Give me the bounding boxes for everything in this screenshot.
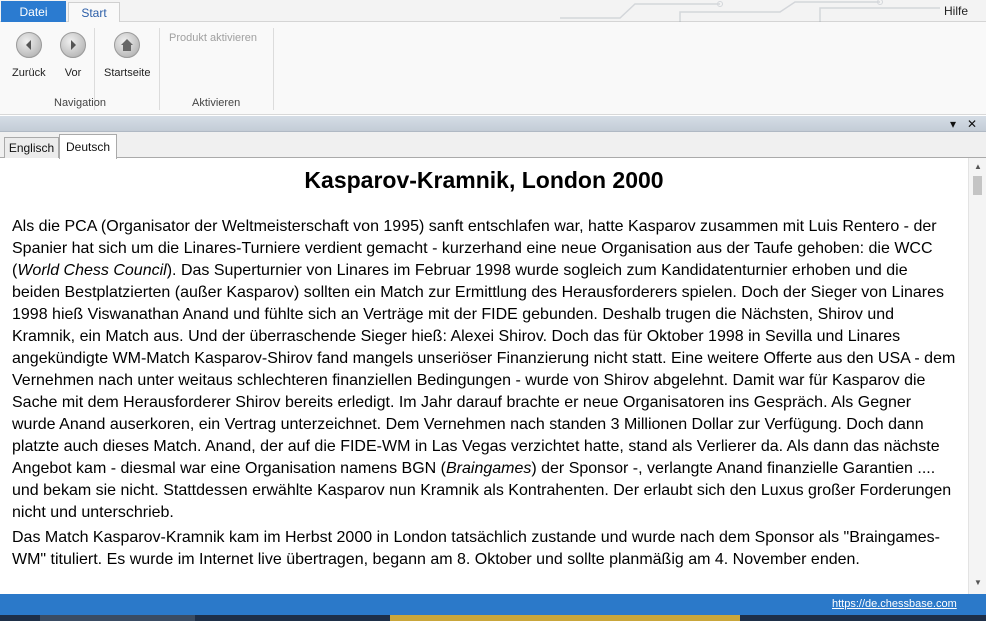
home-label: Startseite [104, 67, 151, 79]
tab-englisch[interactable]: Englisch [4, 137, 59, 158]
forward-label: Vor [64, 67, 82, 79]
background-block [40, 615, 195, 621]
pane-header: ▾ ✕ [0, 116, 986, 132]
article-title: Kasparov-Kramnik, London 2000 [304, 167, 664, 193]
group-label-activate: Aktivieren [192, 97, 241, 109]
vertical-scrollbar[interactable]: ▲ ▼ [968, 158, 986, 594]
back-button[interactable]: Zurück [12, 32, 46, 79]
circuit-decoration [560, 0, 940, 22]
arrow-right-icon [60, 32, 86, 58]
ribbon-separator [159, 28, 160, 110]
pane-close-icon[interactable]: ✕ [967, 116, 977, 132]
status-bar: https://de.chessbase.com [0, 594, 986, 615]
language-tab-bar: Englisch Deutsch [0, 132, 986, 159]
activate-product-button[interactable]: Produkt aktivieren [169, 32, 257, 44]
background-block [390, 615, 740, 621]
tab-hilfe[interactable]: Hilfe [944, 4, 968, 18]
ribbon-separator [273, 28, 274, 110]
scrollbar-thumb[interactable] [973, 176, 982, 195]
group-label-navigation: Navigation [54, 97, 106, 109]
chessbase-link[interactable]: https://de.chessbase.com [832, 598, 957, 610]
home-button[interactable]: Startseite [104, 32, 150, 79]
back-label: Zurück [12, 67, 46, 79]
scroll-down-icon[interactable]: ▼ [974, 578, 982, 587]
home-icon [114, 32, 141, 58]
tab-start[interactable]: Start [68, 2, 120, 23]
pane-dropdown-icon[interactable]: ▾ [950, 116, 956, 132]
scroll-up-icon[interactable]: ▲ [974, 162, 982, 171]
paragraph-italic: Braingames [445, 460, 532, 477]
ribbon-tab-bar: Datei Start Hilfe [0, 0, 986, 23]
background-strip [0, 615, 986, 621]
tab-datei[interactable]: Datei [1, 1, 66, 22]
arrow-left-icon [15, 32, 42, 58]
paragraph-italic: World Chess Council [17, 262, 167, 279]
tab-deutsch[interactable]: Deutsch [59, 134, 117, 159]
forward-button[interactable]: Vor [60, 32, 86, 79]
article-paragraph: Als die PCA (Organisator der Weltmeister… [12, 216, 956, 524]
ribbon: Zurück Vor Startseite Navigation Produkt… [0, 22, 986, 115]
article-paragraph: Das Match Kasparov-Kramnik kam im Herbst… [12, 529, 940, 568]
article-content: Kasparov-Kramnik, London 2000 Als die PC… [0, 158, 968, 594]
paragraph-text: ). Das Superturnier von Linares im Febru… [12, 262, 956, 477]
